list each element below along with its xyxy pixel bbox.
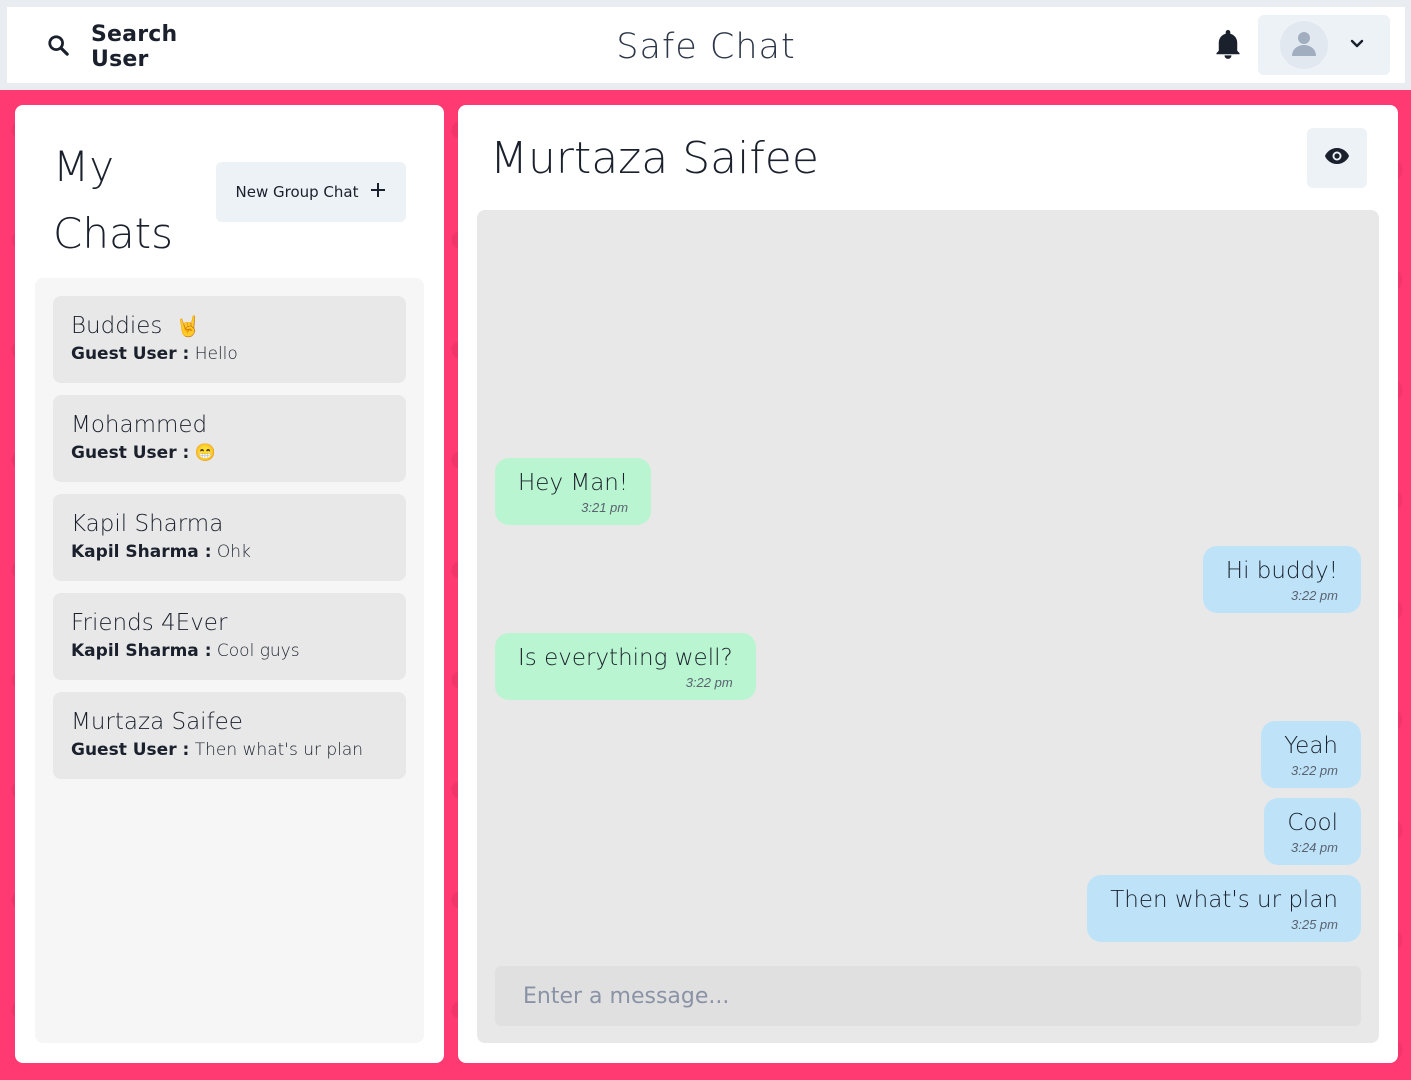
chat-name: Buddies 🤘 xyxy=(71,313,201,339)
my-chats-title-line1: My xyxy=(53,142,115,191)
message-input[interactable] xyxy=(495,966,1361,1026)
message-text: Then what's ur plan xyxy=(1110,887,1338,913)
message-time: 3:21 pm xyxy=(581,500,629,515)
profile-menu-button[interactable] xyxy=(1258,15,1390,75)
message-text: Cool xyxy=(1287,810,1338,836)
chat-name: Kapil Sharma xyxy=(71,511,224,537)
chat-preview-text: Then what's ur plan xyxy=(194,740,364,760)
chevron-down-icon xyxy=(1350,36,1364,54)
message-text: Yeah xyxy=(1284,733,1338,759)
notification-button[interactable] xyxy=(1210,29,1246,65)
chat-name: Mohammed xyxy=(71,412,208,438)
message-time: 3:25 pm xyxy=(1291,917,1338,932)
message-bubble-sent: Yeah 3:22 pm xyxy=(1261,721,1361,788)
chat-preview: Guest User : Hello xyxy=(71,342,388,366)
message-bubble-received: Is everything well? 3:22 pm xyxy=(495,633,756,700)
chat-preview-sender: Guest User : xyxy=(71,740,190,760)
message-text: Hi buddy! xyxy=(1225,558,1338,584)
chat-item[interactable]: Murtaza Saifee Guest User : Then what's … xyxy=(53,692,406,779)
chat-preview-text: Ohk xyxy=(216,542,251,562)
eye-icon xyxy=(1324,147,1350,170)
chat-preview-sender: Kapil Sharma : xyxy=(71,542,212,562)
message-time: 3:22 pm xyxy=(1291,588,1338,603)
view-profile-button[interactable] xyxy=(1307,128,1367,188)
app-title: Safe Chat xyxy=(616,27,796,67)
conversation-title: Murtaza Saifee xyxy=(490,133,819,184)
new-group-chat-button[interactable]: New Group Chat xyxy=(216,162,406,222)
message-bubble-sent: Cool 3:24 pm xyxy=(1264,798,1361,865)
message-bubble-received: Hey Man! 3:21 pm xyxy=(495,458,652,525)
message-time: 3:22 pm xyxy=(685,675,733,690)
chat-item[interactable]: Friends 4Ever Kapil Sharma : Cool guys xyxy=(53,593,406,680)
message-time: 3:24 pm xyxy=(1291,840,1338,855)
chat-preview-sender: Guest User : xyxy=(71,344,190,364)
user-avatar-icon xyxy=(1289,28,1319,63)
rock-hand-emoji: 🤘 xyxy=(175,314,201,338)
conversation-panel: Murtaza Saifee Hey Man! 3:21 pm Hi buddy… xyxy=(458,105,1398,1063)
avatar xyxy=(1280,21,1328,69)
chat-name: Murtaza Saifee xyxy=(71,709,243,735)
my-chats-title: My Chats xyxy=(53,133,203,267)
chat-preview-text: 😁 xyxy=(194,443,216,463)
my-chats-panel: My Chats New Group Chat Buddies 🤘 Guest … xyxy=(15,105,444,1063)
chat-item[interactable]: Mohammed Guest User : 😁 xyxy=(53,395,406,482)
chat-preview-text: Cool guys xyxy=(216,641,300,661)
messages-area: Hey Man! 3:21 pm Hi buddy! 3:22 pm Is ev… xyxy=(477,210,1379,1043)
top-bar-inner: Search User Safe Chat xyxy=(7,7,1405,83)
chat-preview: Kapil Sharma : Cool guys xyxy=(71,639,388,663)
message-time: 3:22 pm xyxy=(1291,763,1338,778)
message-bubble-sent: Then what's ur plan 3:25 pm xyxy=(1087,875,1361,942)
new-group-chat-label: New Group Chat xyxy=(235,183,359,201)
chat-preview: Guest User : 😁 xyxy=(71,441,388,465)
message-bubble-sent: Hi buddy! 3:22 pm xyxy=(1202,546,1361,613)
message-text: Hey Man! xyxy=(518,470,629,496)
bell-icon xyxy=(1214,29,1242,65)
message-text: Is everything well? xyxy=(518,645,733,671)
chat-item[interactable]: Kapil Sharma Kapil Sharma : Ohk xyxy=(53,494,406,581)
my-chats-title-line2: Chats xyxy=(53,209,174,258)
chat-preview-sender: Kapil Sharma : xyxy=(71,641,212,661)
chat-preview-sender: Guest User : xyxy=(71,443,190,463)
chat-preview: Kapil Sharma : Ohk xyxy=(71,540,388,564)
top-bar: Search User Safe Chat xyxy=(0,0,1411,90)
chat-name: Friends 4Ever xyxy=(71,610,228,636)
chat-item[interactable]: Buddies 🤘 Guest User : Hello xyxy=(53,296,406,383)
chat-preview-text: Hello xyxy=(194,344,238,364)
chat-list: Buddies 🤘 Guest User : Hello Mohammed Gu… xyxy=(35,278,424,1043)
plus-icon xyxy=(370,182,386,202)
chat-preview: Guest User : Then what's ur plan xyxy=(71,738,388,762)
